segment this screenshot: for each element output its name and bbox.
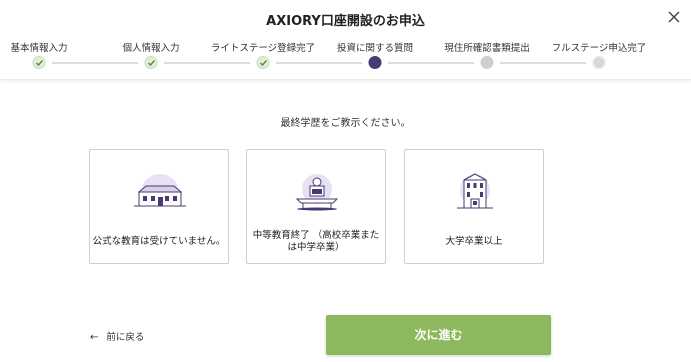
question-prompt: 最終学歴をご教示ください。 xyxy=(280,118,411,129)
page-title: AXIORY口座開設のお申込 xyxy=(266,14,425,29)
back-link[interactable]: ← 前に戻る xyxy=(90,329,144,343)
step-label-full-stage: フルステージ申込完了 xyxy=(551,43,647,54)
step-label-address-documents: 現住所確認書類提出 xyxy=(444,43,530,54)
step-current-indicator xyxy=(368,56,382,69)
step-connector xyxy=(164,62,250,64)
arrow-left-icon: ← xyxy=(90,332,99,343)
option-no-formal-education[interactable]: 公式な教育は受けていません。 xyxy=(89,149,229,264)
option-label: 大学卒業以上 xyxy=(445,236,503,247)
step-pending-indicator xyxy=(480,56,494,69)
option-secondary-education[interactable]: 中等教育終了 （高校卒業また は中学卒業） xyxy=(246,149,386,264)
check-icon xyxy=(36,60,44,67)
option-label: 公式な教育は受けていません。 xyxy=(92,236,226,247)
option-label-line2: は中学卒業） xyxy=(287,242,345,253)
university-icon xyxy=(457,173,493,209)
step-connector xyxy=(276,62,362,64)
header: AXIORY口座開設のお申込 基本情報入力 個人情報入力 ライトステージ登録完了… xyxy=(0,0,691,80)
step-done-indicator xyxy=(32,56,46,69)
step-pending-indicator xyxy=(592,56,606,69)
building-icon xyxy=(134,174,186,207)
check-icon xyxy=(148,60,156,67)
back-label: 前に戻る xyxy=(106,332,145,343)
step-label-basic-info: 基本情報入力 xyxy=(10,43,68,54)
step-done-indicator xyxy=(256,56,270,69)
option-label-line1: 中等教育終了 （高校卒業また xyxy=(252,230,380,241)
step-label-investment-questions: 投資に関する質問 xyxy=(336,43,414,54)
step-connector xyxy=(52,62,138,64)
step-label-personal-info: 個人情報入力 xyxy=(122,43,180,54)
step-connector xyxy=(388,62,474,64)
step-done-indicator xyxy=(144,56,158,69)
step-label-light-stage: ライトステージ登録完了 xyxy=(210,43,316,54)
step-connector xyxy=(500,62,586,64)
school-desk-icon xyxy=(295,174,339,211)
close-icon[interactable] xyxy=(665,8,683,26)
next-button[interactable]: 次に進む xyxy=(326,315,551,355)
check-icon xyxy=(260,60,268,67)
option-university-graduate[interactable]: 大学卒業以上 xyxy=(404,149,544,264)
